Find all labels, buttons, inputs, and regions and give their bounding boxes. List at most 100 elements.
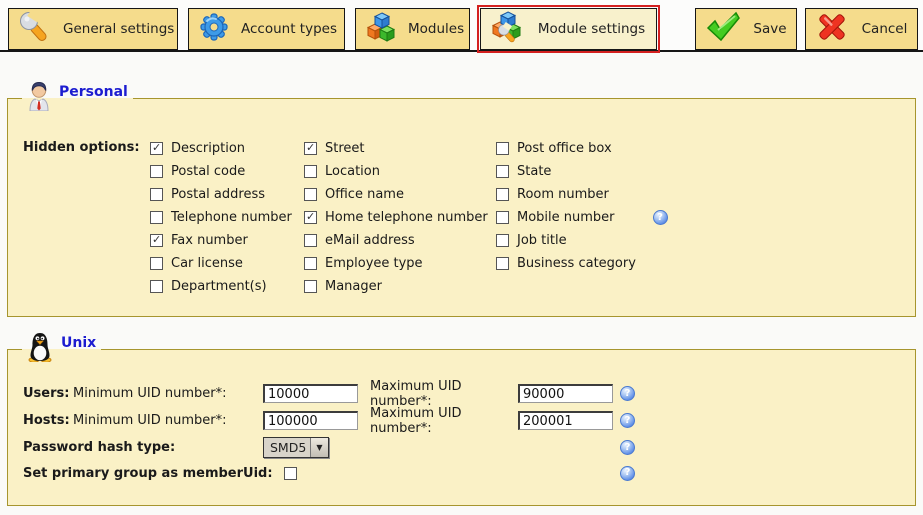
hidden-option-checkbox[interactable] <box>304 188 317 201</box>
hidden-option-checkbox[interactable] <box>150 142 163 155</box>
chevron-glyph: ▼ <box>316 443 322 452</box>
hidden-option-checkbox[interactable] <box>150 234 163 247</box>
hidden-option-checkbox[interactable] <box>496 188 509 201</box>
password-hash-select[interactable]: SMD5 ▼ <box>263 437 329 458</box>
personal-legend: Personal <box>22 83 133 113</box>
hidden-option-checkbox[interactable] <box>304 165 317 178</box>
personal-section: Personal Hidden options: Description ? P… <box>7 83 916 317</box>
hidden-option-item: Mobile number ? <box>496 206 668 229</box>
help-glyph: ? <box>625 443 631 453</box>
cancel-button[interactable]: Cancel <box>805 8 918 50</box>
uid-rows: Users: Minimum UID number*: Maximum UID … <box>23 380 915 434</box>
tab-label: Account types <box>241 21 337 37</box>
tab-account-types[interactable]: Account types <box>188 8 345 50</box>
checkmark-icon <box>705 11 741 47</box>
hidden-option-item: eMail address ? <box>304 229 496 252</box>
hidden-option-checkbox[interactable] <box>304 257 317 270</box>
hidden-option-item: Postal address ? <box>150 183 304 206</box>
password-hash-label: Password hash type: <box>23 440 263 455</box>
help-icon[interactable]: ? <box>620 466 635 481</box>
help-icon[interactable]: ? <box>620 386 635 401</box>
unix-body: Users: Minimum UID number*: Maximum UID … <box>8 364 915 485</box>
password-hash-value: SMD5 <box>264 440 310 455</box>
hidden-options-row: Hidden options: Description ? Postal cod… <box>8 113 915 316</box>
unix-legend-label: Unix <box>61 335 96 351</box>
cubes-icon <box>365 10 397 48</box>
unix-legend: Unix <box>22 334 101 364</box>
hidden-option-item: Business category ? <box>496 252 668 275</box>
help-glyph: ? <box>625 468 631 478</box>
hidden-option-checkbox[interactable] <box>150 188 163 201</box>
hidden-option-label: State <box>517 164 551 179</box>
hidden-option-label: Department(s) <box>171 279 267 294</box>
chevron-down-icon[interactable]: ▼ <box>310 438 328 457</box>
max-uid-input[interactable] <box>518 384 613 403</box>
hidden-option-checkbox[interactable] <box>496 234 509 247</box>
help-icon[interactable]: ? <box>620 413 635 428</box>
hidden-option-checkbox[interactable] <box>496 211 509 224</box>
hidden-option-item: State ? <box>496 160 668 183</box>
min-uid-label: Minimum UID number*: <box>73 413 263 428</box>
hidden-option-checkbox[interactable] <box>496 257 509 270</box>
wrench-icon <box>18 10 52 48</box>
hidden-option-item: Postal code ? <box>150 160 304 183</box>
hidden-option-label: Postal address <box>171 187 265 202</box>
hidden-option-item: Manager ? <box>304 275 496 298</box>
hidden-options-column-3: Post office box ? State ? Room number ? … <box>496 137 668 298</box>
hidden-option-item: Home telephone number ? <box>304 206 496 229</box>
hidden-option-label: Car license <box>171 256 243 271</box>
hidden-option-label: Job title <box>517 233 567 248</box>
tab-modules[interactable]: Modules <box>355 8 470 50</box>
hidden-option-item: Telephone number ? <box>150 206 304 229</box>
help-icon[interactable]: ? <box>620 440 635 455</box>
hidden-option-label: Street <box>325 141 365 156</box>
hidden-option-label: Employee type <box>325 256 423 271</box>
hidden-option-item: Department(s) ? <box>150 275 304 298</box>
hidden-option-checkbox[interactable] <box>150 280 163 293</box>
max-uid-label: Maximum UID number*: <box>370 379 518 409</box>
hidden-option-checkbox[interactable] <box>304 142 317 155</box>
cubes-wrench-icon <box>490 10 524 48</box>
member-uid-row: Set primary group as memberUid: ? <box>23 461 915 485</box>
tab-general-settings[interactable]: General settings <box>8 8 178 50</box>
hidden-option-checkbox[interactable] <box>304 234 317 247</box>
hidden-option-label: Fax number <box>171 233 248 248</box>
hidden-option-checkbox[interactable] <box>496 165 509 178</box>
uid-range-row: Hosts: Minimum UID number*: Maximum UID … <box>23 407 915 434</box>
hidden-option-checkbox[interactable] <box>150 165 163 178</box>
max-uid-input[interactable] <box>518 411 613 430</box>
uid-group-label: Users: <box>23 386 73 401</box>
uid-group-label: Hosts: <box>23 413 73 428</box>
hidden-option-item: Employee type ? <box>304 252 496 275</box>
help-icon[interactable]: ? <box>653 210 668 225</box>
hidden-option-checkbox[interactable] <box>496 142 509 155</box>
tab-module-settings[interactable]: Module settings <box>480 8 657 50</box>
tab-label: Module settings <box>535 21 648 37</box>
hidden-option-label: Mobile number <box>517 210 615 225</box>
max-uid-label: Maximum UID number*: <box>370 406 518 436</box>
hidden-option-checkbox[interactable] <box>150 211 163 224</box>
hidden-option-label: Home telephone number <box>325 210 488 225</box>
hidden-options-label: Hidden options: <box>23 137 150 298</box>
min-uid-label: Minimum UID number*: <box>73 386 263 401</box>
hidden-option-checkbox[interactable] <box>304 211 317 224</box>
hidden-option-item: Description ? <box>150 137 304 160</box>
hidden-option-item: Location ? <box>304 160 496 183</box>
hidden-option-label: Manager <box>325 279 382 294</box>
hidden-option-label: Room number <box>517 187 609 202</box>
tab-bar: General settings Account types Modules <box>0 0 923 52</box>
hidden-option-label: eMail address <box>325 233 415 248</box>
hidden-option-item: Office name ? <box>304 183 496 206</box>
hidden-option-checkbox[interactable] <box>150 257 163 270</box>
hidden-option-label: Telephone number <box>171 210 292 225</box>
member-uid-label: Set primary group as memberUid: <box>23 466 273 481</box>
person-icon <box>27 81 51 115</box>
help-glyph: ? <box>625 416 631 426</box>
member-uid-checkbox[interactable] <box>284 467 297 480</box>
hidden-option-label: Description <box>171 141 245 156</box>
save-button[interactable]: Save <box>695 8 797 50</box>
hidden-option-item: Post office box ? <box>496 137 668 160</box>
min-uid-input[interactable] <box>263 384 358 403</box>
min-uid-input[interactable] <box>263 411 358 430</box>
hidden-option-checkbox[interactable] <box>304 280 317 293</box>
